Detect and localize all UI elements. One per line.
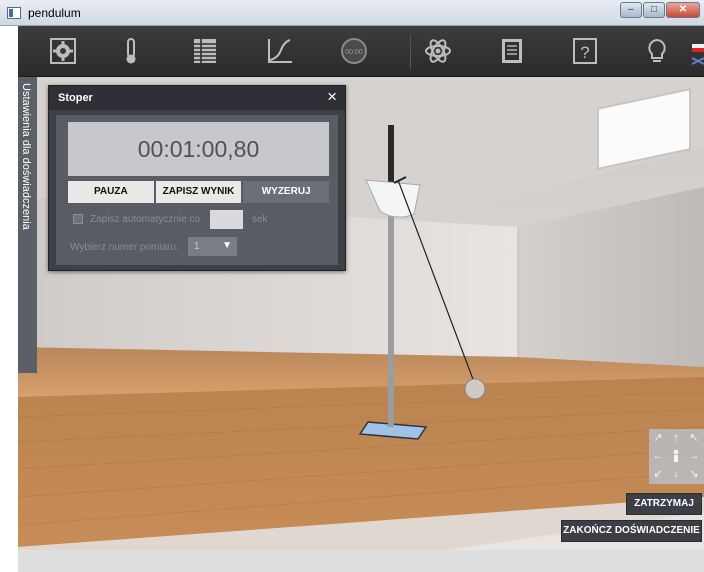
main-toolbar: 00:00 ? bbox=[18, 26, 704, 77]
reset-button[interactable]: WYZERUJ bbox=[243, 181, 330, 203]
auto-save-checkbox[interactable] bbox=[73, 214, 83, 224]
app-window: pendulum – □ ✕ 00:00 ? Ustawienia dla do… bbox=[0, 0, 704, 572]
title-bar: pendulum – □ ✕ bbox=[0, 0, 704, 26]
arrow-up-icon[interactable]: ↑ bbox=[667, 429, 685, 447]
arrow-up-left-icon[interactable]: ↖ bbox=[685, 429, 703, 447]
stopwatch-icon[interactable]: 00:00 bbox=[337, 34, 371, 68]
close-window-button[interactable]: ✕ bbox=[666, 2, 700, 18]
stopwatch-display: 00:01:00,80 bbox=[68, 122, 329, 176]
thermometer-icon[interactable] bbox=[114, 34, 148, 68]
help-icon-glyph: ? bbox=[580, 43, 589, 62]
stopwatch-panel: Stoper × 00:01:00,80 PAUZA ZAPISZ WYNIK … bbox=[48, 85, 346, 271]
toolbar-divider bbox=[410, 34, 411, 69]
help-icon[interactable]: ? bbox=[568, 34, 602, 68]
arrow-right-icon[interactable]: → bbox=[685, 447, 703, 465]
graph-icon[interactable] bbox=[262, 34, 296, 68]
save-result-button[interactable]: ZAPISZ WYNIK bbox=[155, 181, 242, 203]
arrow-down-right-icon[interactable]: ↘ bbox=[685, 465, 703, 483]
end-experiment-button[interactable]: ZAKOŃCZ DOŚWIADCZENIE bbox=[561, 520, 702, 542]
stopwatch-buttons: PAUZA ZAPISZ WYNIK WYZERUJ bbox=[68, 181, 330, 203]
stopwatch-header: Stoper × bbox=[49, 86, 345, 110]
arrow-up-right-icon[interactable]: ↗ bbox=[649, 429, 667, 447]
auto-save-unit: sek bbox=[252, 214, 268, 225]
window-left-frame bbox=[0, 26, 18, 572]
experiment-settings-tab[interactable]: Ustawienia dla doświadczenia bbox=[18, 77, 37, 373]
stopwatch-icon-text: 00:00 bbox=[345, 49, 363, 56]
minimize-button[interactable]: – bbox=[620, 2, 642, 18]
stop-button[interactable]: ZATRZYMAJ bbox=[626, 493, 702, 515]
atom-icon[interactable] bbox=[421, 34, 455, 68]
close-icon[interactable]: × bbox=[327, 88, 337, 106]
flag-icon[interactable] bbox=[688, 34, 704, 68]
stopwatch-title: Stoper bbox=[58, 92, 93, 104]
table-icon[interactable] bbox=[188, 34, 222, 68]
notebook-icon[interactable] bbox=[495, 34, 529, 68]
pause-button[interactable]: PAUZA bbox=[68, 181, 154, 203]
person-icon[interactable] bbox=[667, 447, 685, 465]
settings-tab-label: Ustawienia dla doświadczenia bbox=[20, 83, 32, 230]
app-icon bbox=[7, 7, 21, 19]
gear-icon[interactable] bbox=[46, 34, 80, 68]
camera-navigation-pad: ↗ ↑ ↖ ← → ↙ ↓ ↘ bbox=[649, 429, 704, 484]
measurement-select-value: 1 bbox=[194, 241, 200, 252]
measurement-select[interactable]: 1 ▼ bbox=[188, 237, 237, 256]
auto-save-label: Zapisz automatycznie co bbox=[90, 214, 201, 225]
auto-save-interval-input[interactable] bbox=[210, 210, 243, 229]
maximize-button[interactable]: □ bbox=[643, 2, 665, 18]
dropdown-arrow-icon: ▼ bbox=[222, 240, 232, 251]
arrow-down-left-icon[interactable]: ↙ bbox=[649, 465, 667, 483]
status-bar bbox=[18, 550, 704, 572]
measurement-label: Wybierz numer pomiaru: bbox=[70, 242, 179, 253]
stopwatch-body: 00:01:00,80 PAUZA ZAPISZ WYNIK WYZERUJ Z… bbox=[56, 115, 338, 265]
auto-save-row: Zapisz automatycznie co sek bbox=[68, 210, 329, 230]
measurement-row: Wybierz numer pomiaru: 1 ▼ bbox=[68, 237, 329, 257]
pendulum-bob bbox=[464, 378, 486, 400]
lightbulb-icon[interactable] bbox=[640, 34, 674, 68]
arrow-left-icon[interactable]: ← bbox=[649, 447, 667, 465]
window-controls: – □ ✕ bbox=[620, 2, 700, 18]
window-title: pendulum bbox=[28, 6, 81, 20]
arrow-down-icon[interactable]: ↓ bbox=[667, 465, 685, 483]
